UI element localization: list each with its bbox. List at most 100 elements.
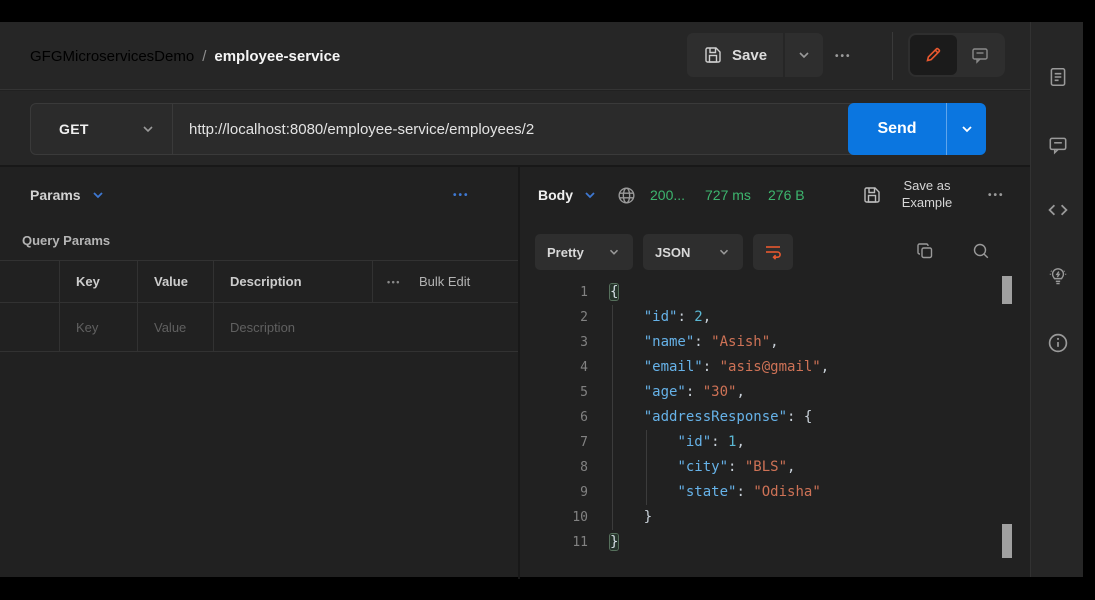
comments-button[interactable] [1031, 125, 1084, 165]
more-dots-icon: ••• [835, 51, 852, 62]
column-header-description: Description [213, 261, 372, 302]
request-config-panel: Params ••• Query Params Key Value Descri… [0, 167, 518, 579]
save-response-icon[interactable] [862, 185, 882, 205]
code-line[interactable]: 7 "id": 1, [520, 430, 1030, 455]
status-badge[interactable]: 200... [650, 167, 685, 223]
line-content: "city": "BLS", [588, 459, 795, 475]
line-content: "addressResponse": { [588, 409, 812, 425]
line-content: "state": "Odisha" [588, 484, 821, 500]
scrollbar-thumb[interactable] [1002, 276, 1012, 304]
breadcrumb-collection[interactable]: GFGMicroservicesDemo [30, 48, 194, 65]
code-line[interactable]: 3 "name": "Asish", [520, 330, 1030, 355]
more-dots-icon: ••• [988, 190, 1005, 201]
network-info-icon[interactable] [616, 185, 637, 206]
response-time[interactable]: 727 ms [705, 167, 751, 223]
line-content: "id": 2, [588, 309, 711, 325]
code-icon [1046, 198, 1070, 222]
response-body-viewer[interactable]: 1{2 "id": 2,3 "name": "Asish",4 "email":… [520, 280, 1030, 579]
wrap-text-button[interactable] [753, 234, 793, 270]
send-options-button[interactable] [946, 103, 986, 155]
save-as-example-button[interactable]: Save as Example [888, 167, 966, 223]
bulk-edit-button[interactable]: Bulk Edit [419, 274, 470, 289]
main-panels: Params ••• Query Params Key Value Descri… [0, 165, 1030, 577]
code-line[interactable]: 1{ [520, 280, 1030, 305]
breadcrumb: GFGMicroservicesDemo / employee-service [30, 22, 340, 90]
description-input[interactable]: Description [213, 303, 518, 351]
copy-button[interactable] [912, 238, 938, 264]
line-content: "name": "Asish", [588, 334, 779, 350]
chevron-down-icon [140, 121, 156, 137]
params-tab-bar: Params ••• [0, 167, 518, 223]
send-button[interactable]: Send [848, 103, 946, 155]
code-line[interactable]: 10 } [520, 505, 1030, 530]
method-dropdown[interactable]: GET [31, 104, 173, 154]
params-tab-label: Params [30, 187, 81, 203]
line-content: } [588, 509, 652, 525]
format-dropdown-label: Pretty [547, 245, 584, 260]
topbar-divider [892, 32, 893, 80]
key-input[interactable]: Key [59, 303, 137, 351]
tab-params[interactable]: Params [30, 167, 106, 223]
code-line[interactable]: 4 "email": "asis@gmail", [520, 355, 1030, 380]
pencil-icon [923, 45, 943, 65]
comment-mode-button[interactable] [957, 35, 1004, 75]
language-dropdown-label: JSON [655, 245, 690, 260]
info-button[interactable] [1031, 323, 1084, 363]
chevron-down-icon [607, 245, 621, 259]
code-line[interactable]: 6 "addressResponse": { [520, 405, 1030, 430]
indent-guide [646, 430, 647, 505]
code-snippet-button[interactable] [1031, 190, 1084, 230]
ai-suggestions-button[interactable] [1031, 257, 1084, 297]
code-line[interactable]: 5 "age": "30", [520, 380, 1030, 405]
scrollbar-thumb[interactable] [1002, 524, 1012, 558]
code-line[interactable]: 2 "id": 2, [520, 305, 1030, 330]
table-more-dots-icon[interactable]: ••• [387, 277, 401, 287]
documentation-button[interactable] [1031, 57, 1084, 97]
wrap-text-icon [763, 242, 783, 262]
comment-icon [1047, 134, 1069, 156]
comment-icon [970, 45, 990, 65]
chevron-down-icon [796, 47, 812, 63]
send-split-button: Send [848, 103, 986, 155]
save-icon [703, 45, 723, 65]
table-row: Key Value Description [0, 302, 518, 352]
row-select-cell[interactable] [0, 303, 59, 351]
request-more-actions-button[interactable]: ••• [835, 22, 852, 90]
line-number: 8 [520, 455, 588, 480]
line-number: 3 [520, 330, 588, 355]
format-dropdown[interactable]: Pretty [535, 234, 633, 270]
edit-comment-toggle [908, 33, 1005, 77]
save-button[interactable]: Save [687, 33, 783, 77]
request-url-row: GET Send [0, 91, 1030, 165]
save-split-button: Save [687, 33, 823, 77]
save-options-button[interactable] [785, 33, 823, 77]
value-input[interactable]: Value [137, 303, 213, 351]
response-meta-bar: Body 200... 727 ms 276 B [520, 167, 1030, 223]
line-content: { [588, 284, 618, 300]
more-dots-icon: ••• [453, 190, 470, 201]
code-line[interactable]: 8 "city": "BLS", [520, 455, 1030, 480]
params-more-button[interactable]: ••• [453, 167, 470, 223]
code-line[interactable]: 9 "state": "Odisha" [520, 480, 1030, 505]
tab-response-body[interactable]: Body [538, 167, 598, 223]
copy-icon [915, 241, 935, 261]
response-view-toolbar: Pretty JSON [520, 230, 1030, 274]
line-number: 6 [520, 405, 588, 430]
language-dropdown[interactable]: JSON [643, 234, 743, 270]
edit-mode-button[interactable] [910, 35, 957, 75]
chevron-down-icon [717, 245, 731, 259]
send-button-label: Send [877, 120, 916, 138]
line-content: } [588, 534, 618, 550]
code-line[interactable]: 11} [520, 530, 1030, 555]
search-button[interactable] [968, 238, 994, 264]
request-tab-bar: GFGMicroservicesDemo / employee-service … [0, 22, 1030, 90]
code-lines: 1{2 "id": 2,3 "name": "Asish",4 "email":… [520, 280, 1030, 555]
url-input[interactable] [173, 121, 864, 138]
row-select-header-cell [0, 261, 59, 302]
breadcrumb-request-name[interactable]: employee-service [214, 48, 340, 65]
postman-workspace: GFGMicroservicesDemo / employee-service … [0, 22, 1083, 577]
response-more-button[interactable]: ••• [988, 167, 1005, 223]
response-size[interactable]: 276 B [768, 167, 805, 223]
app-window: GFGMicroservicesDemo / employee-service … [0, 0, 1095, 600]
line-number: 2 [520, 305, 588, 330]
